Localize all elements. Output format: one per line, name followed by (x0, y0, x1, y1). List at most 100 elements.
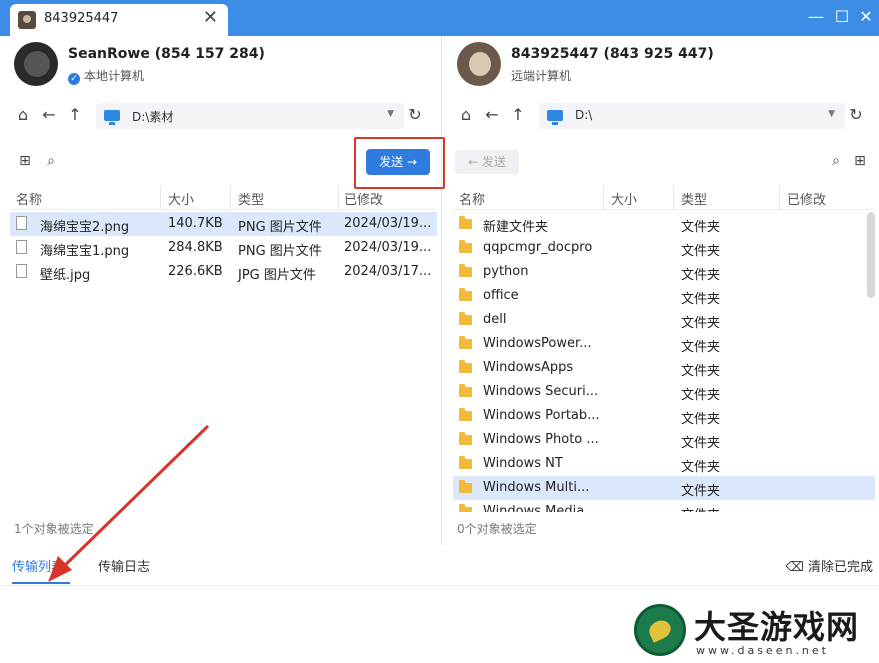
folder-type: 文件夹 (681, 388, 721, 403)
table-row[interactable]: 壁纸.jpg 226.6KB JPG 图片文件 2024/03/17... (10, 260, 437, 284)
refresh-icon[interactable]: ↻ (845, 104, 867, 126)
local-toolbar: ⊞ ⌕ 发送 → (0, 137, 445, 189)
table-row[interactable]: qqpcmgr_docpro 文件夹 (453, 236, 875, 260)
column-name[interactable]: 名称 (16, 189, 42, 208)
send-button-highlight (354, 137, 445, 189)
column-type[interactable]: 类型 (681, 189, 707, 208)
remote-user-name: 843925447 (843 925 447) (511, 46, 714, 62)
column-divider[interactable] (160, 186, 161, 210)
computer-icon (547, 110, 563, 125)
watermark-logo (634, 604, 686, 656)
new-folder-icon[interactable]: ⊞ (851, 152, 869, 170)
folder-icon (459, 456, 472, 469)
table-row[interactable]: office 文件夹 (453, 284, 875, 308)
column-divider[interactable] (338, 186, 339, 210)
file-icon (16, 240, 27, 254)
table-row[interactable]: dell 文件夹 (453, 308, 875, 332)
new-folder-icon[interactable]: ⊞ (16, 152, 34, 170)
file-modified: 2024/03/19... (344, 240, 432, 255)
file-size: 226.6KB (168, 264, 223, 279)
back-arrow-icon[interactable]: ← (481, 104, 503, 126)
folder-icon (459, 288, 472, 301)
remote-file-list: 新建文件夹 文件夹 qqpcmgr_docpro 文件夹 python 文件夹 office… (453, 212, 875, 512)
folder-icon (459, 408, 472, 421)
column-modified[interactable]: 已修改 (787, 189, 826, 208)
folder-icon (459, 240, 472, 253)
refresh-icon[interactable]: ↻ (404, 104, 426, 126)
remote-navbar: ⌂ ← ↑ D:\ ▼ ↻ (443, 100, 879, 132)
folder-type: 文件夹 (681, 412, 721, 427)
local-computer-label: 本地计算机 (84, 69, 145, 83)
remote-pane: 843925447 (843 925 447) 远端计算机 ⌂ ← ↑ D:\ … (443, 36, 879, 546)
tab-transfer-list[interactable]: 传输列表 (12, 556, 64, 575)
remote-path-text: D:\ (575, 108, 593, 122)
column-type[interactable]: 类型 (238, 189, 264, 208)
folder-type: 文件夹 (681, 436, 721, 451)
remote-path-field[interactable]: D:\ ▼ (539, 103, 845, 129)
folder-type: 文件夹 (681, 268, 721, 283)
title-bar: 843925447 ✕ — ☐ ✕ (0, 0, 879, 36)
up-arrow-icon[interactable]: ↑ (507, 104, 529, 126)
column-size[interactable]: 大小 (168, 189, 194, 208)
scrollbar[interactable] (867, 212, 875, 298)
watermark-url: www.daseen.net (696, 644, 829, 657)
home-icon[interactable]: ⌂ (12, 104, 34, 126)
search-icon[interactable]: ⌕ (42, 152, 60, 170)
table-row[interactable]: 新建文件夹 文件夹 (453, 212, 875, 236)
local-navbar: ⌂ ← ↑ D:\素材 ▼ ↻ (0, 100, 441, 132)
folder-name: Windows Photo ... (483, 432, 599, 447)
table-row[interactable]: Windows Multi... 文件夹 (453, 476, 875, 500)
folder-icon (459, 264, 472, 277)
watermark: 大圣游戏网 www.daseen.net (632, 600, 879, 663)
file-name: 海绵宝宝1.png (40, 244, 130, 259)
column-name[interactable]: 名称 (459, 189, 485, 208)
table-row[interactable]: Windows Media... 文件夹 (453, 500, 875, 512)
file-modified: 2024/03/19... (344, 216, 432, 231)
home-icon[interactable]: ⌂ (455, 104, 477, 126)
column-divider[interactable] (603, 186, 604, 210)
file-type: PNG 图片文件 (238, 244, 322, 259)
local-user-sub: ✓ 本地计算机 (68, 67, 144, 85)
table-row[interactable]: WindowsPower... 文件夹 (453, 332, 875, 356)
table-row[interactable]: Windows Photo ... 文件夹 (453, 428, 875, 452)
back-arrow-icon[interactable]: ← (38, 104, 60, 126)
chevron-down-icon[interactable]: ▼ (387, 109, 394, 119)
table-row[interactable]: Windows NT 文件夹 (453, 452, 875, 476)
avatar (457, 42, 501, 86)
folder-icon (459, 480, 472, 493)
column-divider[interactable] (673, 186, 674, 210)
column-divider[interactable] (230, 186, 231, 210)
column-modified[interactable]: 已修改 (344, 189, 383, 208)
window-close-icon[interactable]: ✕ (856, 8, 876, 26)
table-row[interactable]: python 文件夹 (453, 260, 875, 284)
chevron-down-icon[interactable]: ▼ (828, 109, 835, 119)
table-row[interactable]: Windows Portab... 文件夹 (453, 404, 875, 428)
search-icon[interactable]: ⌕ (827, 152, 845, 170)
column-divider[interactable] (779, 186, 780, 210)
folder-name: Windows Securi... (483, 384, 599, 399)
remote-user-sub: 远端计算机 (511, 69, 572, 83)
folder-icon (459, 360, 472, 373)
up-arrow-icon[interactable]: ↑ (64, 104, 86, 126)
send-back-button[interactable]: ← 发送 (455, 150, 519, 174)
tab-title: 843925447 (44, 11, 119, 26)
session-tab[interactable]: 843925447 ✕ (10, 4, 228, 36)
folder-name: Windows Media... (483, 504, 597, 512)
folder-name: 新建文件夹 (483, 220, 549, 235)
table-row[interactable]: 海绵宝宝2.png 140.7KB PNG 图片文件 2024/03/19... (10, 212, 437, 236)
table-row[interactable]: Windows Securi... 文件夹 (453, 380, 875, 404)
folder-name: python (483, 264, 529, 279)
clear-completed-button[interactable]: ⌫ 清除已完成 (785, 556, 873, 575)
local-user-name: SeanRowe (854 157 284) (68, 46, 265, 62)
file-name: 海绵宝宝2.png (40, 220, 130, 235)
tab-close-icon[interactable]: ✕ (203, 8, 218, 28)
minimize-icon[interactable]: — (806, 8, 826, 26)
local-path-field[interactable]: D:\素材 ▼ (96, 103, 404, 129)
table-row[interactable]: WindowsApps 文件夹 (453, 356, 875, 380)
maximize-icon[interactable]: ☐ (832, 8, 852, 26)
file-size: 284.8KB (168, 240, 223, 255)
tab-transfer-log[interactable]: 传输日志 (98, 556, 150, 575)
bottom-tabs: 传输列表 传输日志 ⌫ 清除已完成 (0, 546, 879, 586)
column-size[interactable]: 大小 (611, 189, 637, 208)
table-row[interactable]: 海绵宝宝1.png 284.8KB PNG 图片文件 2024/03/19... (10, 236, 437, 260)
